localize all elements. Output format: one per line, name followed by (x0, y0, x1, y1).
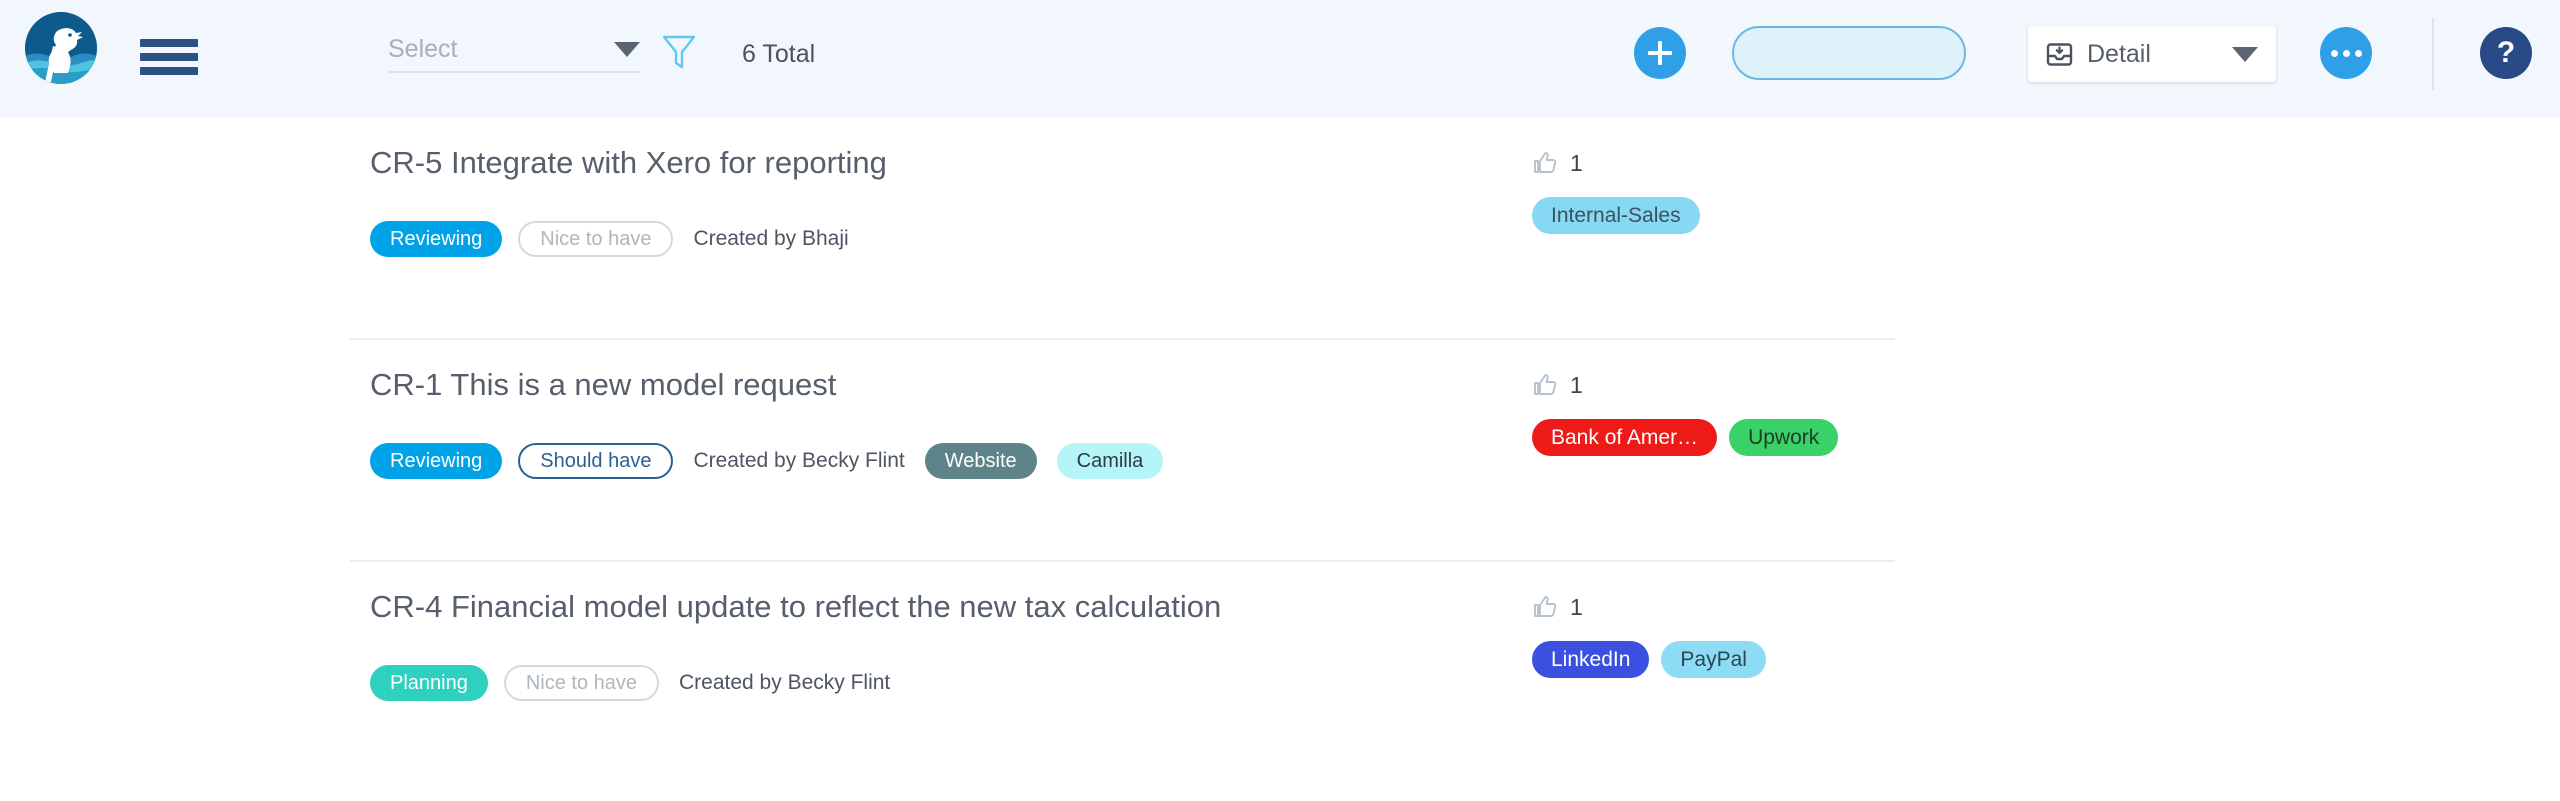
side-tag-list: Internal-Sales (1532, 197, 1892, 234)
side-tag-list: LinkedIn PayPal (1532, 641, 1892, 678)
vote-count: 1 (1570, 371, 1583, 398)
ellipsis-dot (2354, 49, 2362, 57)
created-by-label: Created by Becky Flint (693, 449, 905, 472)
header-divider (2432, 18, 2434, 90)
total-count-label: 6 Total (742, 40, 816, 68)
more-options-button[interactable] (2320, 27, 2372, 79)
thumbs-up-icon[interactable] (1532, 150, 1558, 176)
vote-row[interactable]: 1 (1532, 369, 1892, 401)
detail-view-dropdown[interactable]: Detail (2028, 26, 2276, 82)
vote-row[interactable]: 1 (1532, 591, 1892, 623)
priority-badge[interactable]: Nice to have (503, 665, 660, 701)
menu-bar (140, 67, 198, 75)
status-badge[interactable]: Reviewing (370, 443, 503, 479)
request-row[interactable]: CR-4 Financial model update to reflect t… (350, 562, 1895, 784)
status-badge[interactable]: Planning (370, 665, 488, 701)
vote-row[interactable]: 1 (1532, 147, 1892, 179)
request-row[interactable]: CR-5 Integrate with Xero for reporting Re… (350, 118, 1895, 340)
side-tag[interactable]: PayPal (1661, 641, 1766, 678)
vote-count: 1 (1570, 593, 1583, 620)
thumbs-up-icon[interactable] (1532, 372, 1558, 398)
side-tag[interactable]: Bank of Amer… (1532, 419, 1718, 456)
request-row[interactable]: CR-1 This is a new model request Reviewin… (350, 340, 1895, 562)
filter-funnel-icon[interactable] (662, 34, 696, 70)
side-tag[interactable]: Internal-Sales (1532, 197, 1700, 234)
search-input[interactable] (1734, 28, 2041, 78)
dragon-boat-logo-icon[interactable] (25, 12, 97, 84)
status-badge[interactable]: Reviewing (370, 221, 503, 257)
ellipsis-dot (2330, 49, 2338, 57)
request-list: CR-5 Integrate with Xero for reporting Re… (0, 118, 2560, 784)
thumbs-up-icon[interactable] (1532, 594, 1558, 620)
help-label: ? (2496, 36, 2516, 69)
side-tag[interactable]: LinkedIn (1532, 641, 1650, 678)
inbox-tray-icon (2046, 41, 2073, 68)
menu-bar (140, 39, 198, 47)
request-side-panel: 1 Bank of Amer… Upwork (1532, 369, 1892, 456)
request-tag[interactable]: Camilla (1056, 443, 1164, 479)
chevron-down-icon (2232, 46, 2258, 62)
ellipsis-dot (2342, 49, 2350, 57)
priority-badge[interactable]: Nice to have (518, 221, 674, 257)
created-by-label: Created by Bhaji (693, 227, 849, 250)
add-button[interactable] (1634, 27, 1686, 79)
detail-view-label: Detail (2087, 39, 2151, 68)
priority-badge[interactable]: Should have (518, 443, 674, 479)
vote-count: 1 (1570, 149, 1583, 176)
request-side-panel: 1 LinkedIn PayPal (1532, 591, 1892, 678)
side-tag-list: Bank of Amer… Upwork (1532, 419, 1892, 456)
request-side-panel: 1 Internal-Sales (1532, 147, 1892, 234)
created-by-label: Created by Becky Flint (679, 671, 891, 694)
app-header: Select 6 Total Detail ? (0, 0, 2560, 118)
side-tag[interactable]: Upwork (1729, 419, 1839, 456)
view-select-dropdown[interactable]: Select (388, 27, 640, 73)
hamburger-menu-icon[interactable] (140, 36, 198, 78)
search-box[interactable] (1732, 26, 2068, 80)
help-button[interactable]: ? (2480, 27, 2532, 79)
request-tag[interactable]: Website (924, 443, 1037, 479)
chevron-down-icon (614, 41, 640, 57)
menu-bar (140, 53, 198, 61)
view-select-placeholder: Select (388, 34, 458, 63)
